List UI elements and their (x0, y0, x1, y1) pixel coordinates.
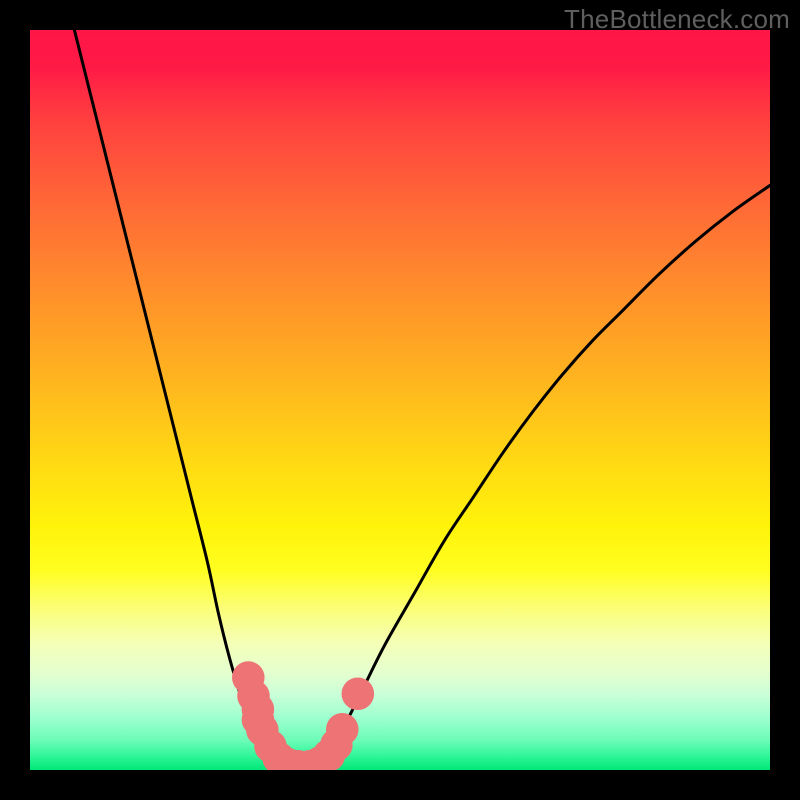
plot-area (30, 30, 770, 770)
data-marker (326, 713, 359, 746)
bottleneck-curve (74, 30, 770, 770)
curves-svg (30, 30, 770, 770)
data-marker (342, 678, 375, 711)
chart-frame: TheBottleneck.com (0, 0, 800, 800)
watermark-text: TheBottleneck.com (564, 4, 790, 35)
